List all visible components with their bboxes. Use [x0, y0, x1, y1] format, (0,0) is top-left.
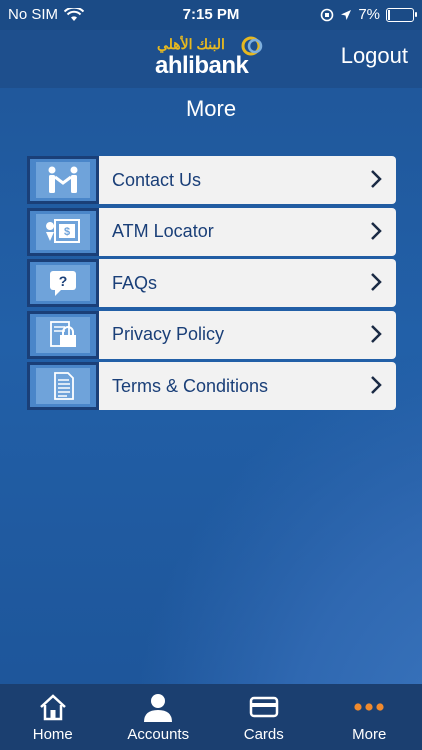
chevron-right-icon	[371, 376, 382, 394]
tab-bar: Home Accounts Cards More	[0, 684, 422, 750]
lock-document-icon	[50, 320, 76, 347]
svg-text:?: ?	[59, 273, 68, 289]
tab-label: More	[352, 726, 387, 743]
handshake-icon	[48, 166, 78, 193]
document-icon	[54, 372, 74, 400]
logout-button[interactable]: Logout	[341, 43, 408, 69]
chevron-right-icon	[371, 170, 382, 188]
menu-item-label: FAQs	[112, 272, 158, 293]
status-bar: No SIM 7:15 PM 7%	[0, 0, 422, 30]
svg-text:$: $	[64, 226, 70, 238]
more-dots-icon	[354, 703, 384, 711]
home-icon	[39, 694, 66, 721]
chevron-right-icon	[371, 324, 382, 343]
user-icon	[144, 694, 173, 722]
location-arrow-icon	[341, 9, 352, 20]
menu-item-contact-us[interactable]: Contact Us	[27, 156, 396, 204]
logo-arabic-text: البنك الأهلي	[157, 36, 225, 52]
menu-icon-box	[27, 362, 99, 410]
menu-item-label: Terms & Conditions	[112, 375, 269, 396]
menu-item-label: Contact Us	[112, 169, 202, 190]
page-title: More	[185, 96, 237, 121]
menu-item-atm-locator[interactable]: $ ATM Locator	[27, 207, 396, 256]
tab-label: Cards	[243, 726, 284, 743]
menu-label-area: Terms & Conditions	[99, 362, 396, 410]
menu-label-area: Contact Us	[99, 156, 396, 204]
tab-label: Home	[32, 726, 73, 743]
orientation-lock-icon	[321, 8, 334, 21]
menu-label-area: FAQs	[99, 259, 396, 307]
menu-item-privacy-policy[interactable]: Privacy Policy	[27, 310, 396, 359]
menu-item-faqs[interactable]: ? FAQs	[27, 259, 396, 307]
menu-icon-box: ?	[27, 259, 99, 307]
atm-location-icon: $	[46, 218, 80, 243]
ahlibank-logo: البنك الأهلي ahlibank	[155, 32, 270, 86]
menu-label-area: Privacy Policy	[99, 310, 396, 359]
menu-item-label: Privacy Policy	[112, 324, 225, 344]
tab-home[interactable]: Home	[0, 684, 106, 750]
chevron-right-icon	[371, 221, 382, 240]
tab-label: Accounts	[127, 726, 190, 743]
more-menu: Contact Us $ ATM Locator ? FAQs Privacy …	[27, 156, 396, 414]
question-bubble-icon: ?	[50, 271, 76, 296]
menu-label-area: ATM Locator	[99, 207, 396, 256]
tab-accounts[interactable]: Accounts	[106, 684, 212, 750]
menu-item-terms-conditions[interactable]: Terms & Conditions	[27, 362, 396, 410]
card-icon	[249, 696, 278, 718]
menu-icon-box: $	[27, 207, 99, 256]
status-right: 7%	[320, 6, 417, 23]
logo-text: ahlibank	[155, 52, 249, 79]
battery-icon	[386, 7, 417, 22]
menu-icon-box	[27, 310, 99, 359]
menu-icon-box	[27, 156, 99, 204]
menu-item-label: ATM Locator	[112, 221, 214, 241]
chevron-right-icon	[371, 273, 382, 291]
battery-percent: 7%	[358, 6, 380, 23]
app-header: البنك الأهلي ahlibank Logout	[0, 30, 422, 88]
tab-cards[interactable]: Cards	[211, 684, 317, 750]
tab-more[interactable]: More	[317, 684, 422, 750]
